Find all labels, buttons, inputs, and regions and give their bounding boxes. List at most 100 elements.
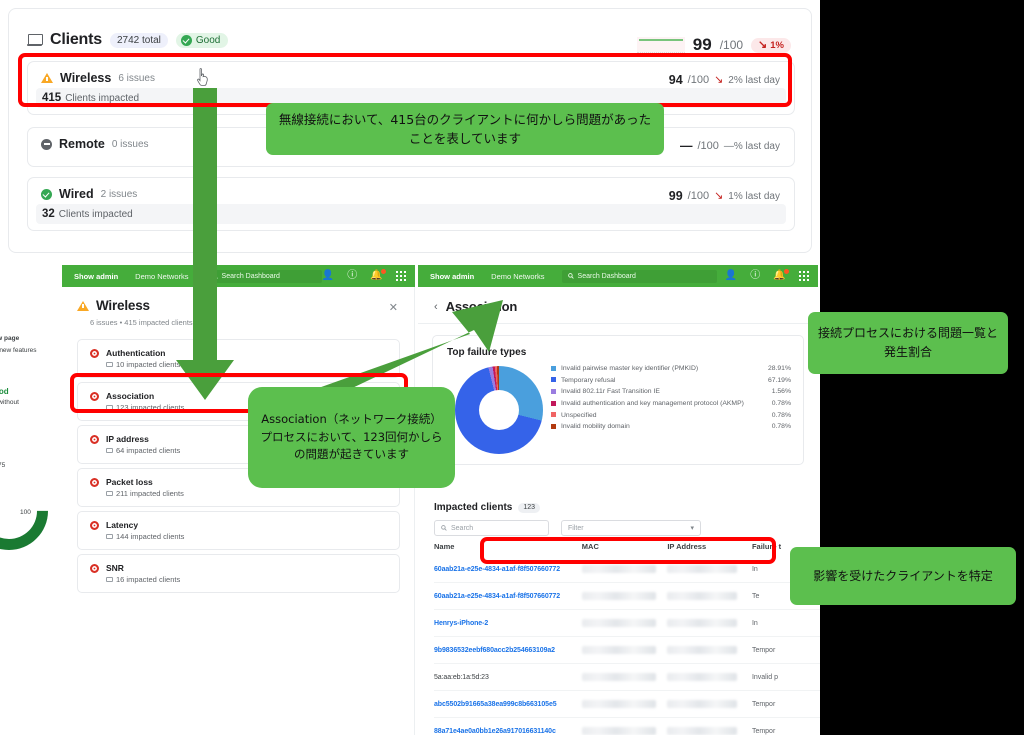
legend-item: Temporary refusal 67.19% bbox=[551, 376, 791, 385]
table-row[interactable]: Henrys-iPhone-2 In bbox=[434, 610, 820, 637]
table-row[interactable]: 5a:aa:eb:1a:5d:23 Invalid p bbox=[434, 664, 820, 691]
search-placeholder: Search Dashboard bbox=[221, 272, 280, 280]
legend-label: Invalid pairwise master key identifier (… bbox=[561, 365, 699, 372]
wired-impacted-count: 32 bbox=[42, 208, 55, 220]
gauge-high-label: 100 bbox=[20, 509, 31, 516]
clients-score: 99 /100 ↘ 1% bbox=[636, 35, 791, 55]
table-row[interactable]: 9b9836532eebf680acc2b254663109a2 Tempor bbox=[434, 637, 820, 664]
filter-dropdown[interactable]: Filter ▾ bbox=[561, 520, 701, 536]
score-value: 99 bbox=[692, 35, 712, 54]
callout-failure-types: 接続プロセスにおける問題一覧と発生割合 bbox=[808, 312, 1008, 374]
table-row[interactable]: abc5502b91665a38ea999c8b663105e5 Tempor bbox=[434, 691, 820, 718]
gauge-low-label: 75 bbox=[0, 462, 6, 469]
table-row[interactable]: 60aab21a-e25e-4834-a1af-f8f507660772 Te bbox=[434, 583, 820, 610]
legend-label: Unspecified bbox=[561, 411, 597, 419]
clients-header: Clients 2742 total Good bbox=[27, 31, 229, 49]
drilldown-screenshot-area: erview page roll out new features ood on… bbox=[0, 265, 820, 735]
wired-score-value: 99 bbox=[668, 189, 683, 203]
issue-impacted: 10 impacted clients bbox=[106, 360, 180, 369]
mac-cell bbox=[581, 700, 668, 708]
status-badge-label: Good bbox=[195, 34, 221, 46]
wireless-panel-title: Wireless bbox=[96, 298, 150, 313]
bell-icon[interactable]: 🔔 bbox=[370, 268, 386, 281]
client-name-cell[interactable]: abc5502b91665a38ea999c8b663105e5 bbox=[434, 701, 582, 708]
close-icon[interactable]: ✕ bbox=[389, 301, 398, 314]
ip-cell bbox=[667, 619, 752, 627]
score-delta-badge: ↘ 1% bbox=[751, 37, 791, 53]
clients-search-input[interactable]: Search bbox=[434, 520, 549, 536]
association-header: ‹ Association bbox=[434, 299, 517, 314]
wired-impacted-bar: 32 Clients impacted bbox=[36, 204, 786, 224]
person-icon[interactable]: 👤 bbox=[322, 270, 334, 281]
wired-score-den: /100 bbox=[687, 190, 710, 202]
client-name-cell[interactable]: 88a71e4ae0a0bb1e26a917016631140c bbox=[434, 728, 582, 735]
search-icon bbox=[211, 273, 218, 279]
bell-icon[interactable]: 🔔 bbox=[773, 268, 789, 281]
mac-cell bbox=[581, 646, 668, 654]
network-selector[interactable]: Demo Networks bbox=[135, 272, 188, 281]
remote-row-header: Remote 0 issues bbox=[41, 137, 149, 151]
apps-grid-icon[interactable] bbox=[395, 270, 406, 282]
issue-card-snr[interactable]: SNR 16 impacted clients bbox=[77, 554, 400, 593]
client-name-cell[interactable]: 9b9836532eebf680acc2b254663109a2 bbox=[434, 647, 582, 654]
failure-type-cell: Tempor bbox=[751, 646, 776, 654]
legend-label: Temporary refusal bbox=[561, 376, 616, 384]
client-name-cell[interactable]: Henrys-iPhone-2 bbox=[434, 620, 582, 627]
association-title: Association bbox=[445, 299, 518, 314]
mac-cell bbox=[581, 565, 668, 573]
ip-cell bbox=[667, 592, 752, 600]
show-admin-link[interactable]: Show admin bbox=[430, 272, 474, 281]
failure-types-donut-chart bbox=[455, 366, 543, 454]
dash-circle-icon bbox=[41, 138, 52, 150]
score-denominator: /100 bbox=[719, 38, 744, 52]
legend-item: Invalid 802.11r Fast Transition IE 1.56% bbox=[551, 387, 791, 396]
issue-name: SNR bbox=[106, 563, 124, 573]
highlight-client-row bbox=[480, 537, 776, 564]
ip-cell bbox=[667, 727, 752, 735]
help-icon[interactable]: ⓘ bbox=[347, 270, 357, 281]
legend-label: Invalid mobility domain bbox=[561, 423, 630, 431]
warning-triangle-icon bbox=[77, 300, 89, 311]
background-page-sliver: erview page roll out new features ood on… bbox=[0, 287, 62, 735]
wired-row-header: Wired 2 issues bbox=[41, 187, 137, 201]
impacted-clients-label: Impacted clients bbox=[434, 502, 513, 513]
remote-score-den: /100 bbox=[697, 140, 719, 152]
legend-value: 28.91% bbox=[767, 365, 791, 372]
chart-legend: Invalid pairwise master key identifier (… bbox=[551, 364, 791, 434]
legend-item: Invalid authentication and key managemen… bbox=[551, 399, 791, 408]
show-admin-link[interactable]: Show admin bbox=[74, 272, 118, 281]
error-icon bbox=[90, 349, 99, 358]
laptop-icon bbox=[106, 490, 113, 497]
top-navbar-left: Show admin Demo Networks Search Dashboar… bbox=[62, 265, 415, 287]
chevron-left-icon[interactable]: ‹ bbox=[434, 301, 438, 313]
failure-type-cell: Tempor bbox=[751, 700, 776, 708]
chevron-down-icon: ▾ bbox=[690, 525, 694, 532]
sliver-line-3: ood bbox=[0, 387, 9, 396]
score-delta-label: 1% bbox=[770, 39, 784, 51]
apps-grid-icon[interactable] bbox=[798, 270, 809, 282]
wired-score-delta: 1% last day bbox=[728, 190, 780, 202]
wireless-issues-panel: Wireless 6 issues • 415 impacted clients… bbox=[62, 287, 415, 735]
client-name-cell[interactable]: 60aab21a-e25e-4834-a1af-f8f507660772 bbox=[434, 566, 582, 573]
search-input[interactable]: Search Dashboard bbox=[561, 269, 717, 283]
laptop-icon bbox=[106, 361, 113, 368]
client-name-cell: 5a:aa:eb:1a:5d:23 bbox=[434, 673, 489, 681]
issue-card-latency[interactable]: Latency 144 impacted clients bbox=[77, 511, 400, 550]
navbar-icon-group: 👤 ⓘ 🔔 bbox=[725, 268, 809, 282]
ip-cell bbox=[667, 700, 752, 708]
wired-impacted-label: Clients impacted bbox=[58, 208, 133, 220]
impacted-clients-header: Impacted clients 123 bbox=[434, 502, 541, 513]
help-icon[interactable]: ⓘ bbox=[750, 270, 760, 281]
connection-row-wired[interactable]: Wired 2 issues 99 /100 ↘ 1% last day 32 … bbox=[27, 177, 795, 231]
table-row[interactable]: 88a71e4ae0a0bb1e26a917016631140c Tempor bbox=[434, 718, 820, 735]
legend-value: 0.78% bbox=[771, 400, 791, 408]
legend-value: 0.78% bbox=[771, 423, 791, 431]
remote-score-delta: —% last day bbox=[723, 140, 780, 152]
client-name-cell[interactable]: 60aab21a-e25e-4834-a1af-f8f507660772 bbox=[434, 593, 582, 600]
wired-score: 99 /100 ↘ 1% last day bbox=[669, 189, 780, 203]
network-selector[interactable]: Demo Networks bbox=[491, 272, 544, 281]
person-icon[interactable]: 👤 bbox=[725, 270, 737, 281]
callout-association-issues: Association（ネットワーク接続）プロセスにおいて、123回何かしらの問… bbox=[248, 387, 455, 488]
search-input[interactable]: Search Dashboard bbox=[205, 269, 322, 283]
failure-type-cell: Tempor bbox=[751, 727, 776, 735]
